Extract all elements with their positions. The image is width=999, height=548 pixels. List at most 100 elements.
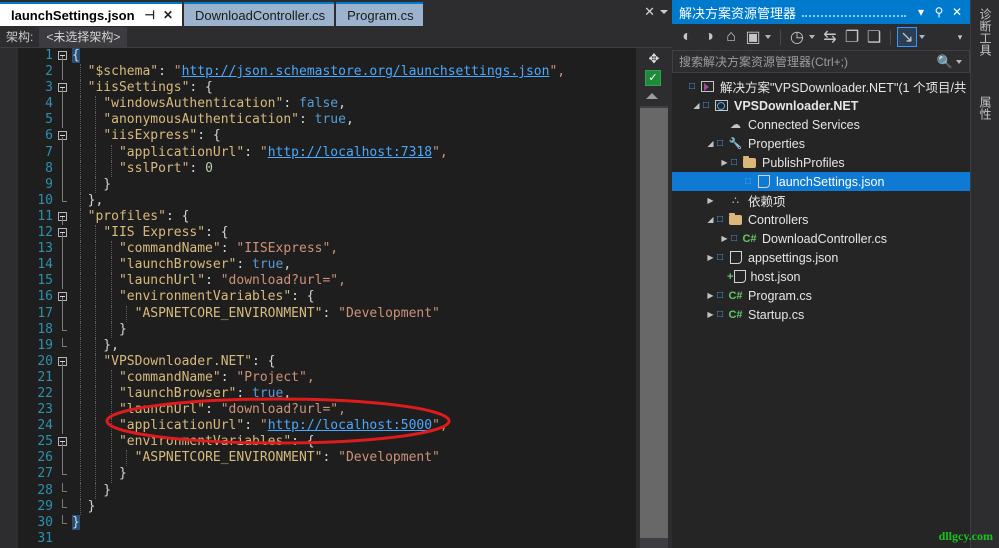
tree-item-properties[interactable]: ◢ □ 🔧 Properties <box>672 134 970 153</box>
fold-margin[interactable] <box>56 418 72 435</box>
chevron-right-icon[interactable]: ▶ <box>704 291 717 300</box>
search-icon[interactable]: 🔍 <box>937 54 953 70</box>
code-line[interactable]: 7 "applicationUrl": "http://localhost:73… <box>18 144 636 161</box>
tree-item-dependencies[interactable]: ▶ ∴ 依赖项 <box>672 191 970 210</box>
fold-margin[interactable] <box>56 498 72 515</box>
code-line[interactable]: 4 "windowsAuthentication": false, <box>18 96 636 113</box>
tab-program-cs[interactable]: Program.cs <box>336 2 423 26</box>
fold-margin[interactable] <box>56 209 72 226</box>
fold-margin[interactable] <box>56 402 72 419</box>
code-line[interactable]: 3 "iisSettings": { <box>18 80 636 97</box>
chevron-down-icon[interactable] <box>956 59 962 64</box>
code-line[interactable]: 17 "ASPNETCORE_ENVIRONMENT": "Developmen… <box>18 305 636 322</box>
scroll-up-arrow[interactable] <box>646 93 658 99</box>
code-line[interactable]: 11 "profiles": { <box>18 208 636 226</box>
chevron-down-icon[interactable] <box>660 10 668 14</box>
tree-item-startupcs[interactable]: ▶ □ C# Startup.cs <box>672 305 970 324</box>
fold-margin[interactable] <box>56 144 72 161</box>
tree-item-downloadcontroller[interactable]: ▶ □ C# DownloadController.cs <box>672 229 970 248</box>
forward-icon[interactable]: ◑ <box>699 27 719 47</box>
code-line[interactable]: 25 "environmentVariables": { <box>18 434 636 451</box>
close-icon[interactable]: ✕ <box>163 9 173 21</box>
fold-margin[interactable] <box>56 225 72 242</box>
code-line[interactable]: 15 "launchUrl": "download?url=", <box>18 273 636 290</box>
fold-margin[interactable] <box>56 80 72 97</box>
fold-margin[interactable] <box>56 192 72 209</box>
close-icon[interactable]: ✕ <box>948 6 966 18</box>
fold-margin[interactable] <box>56 112 72 129</box>
fold-margin[interactable] <box>56 531 72 547</box>
chevron-right-icon[interactable]: ▶ <box>718 158 731 167</box>
search-input[interactable] <box>679 54 937 69</box>
tree-item-publish-profiles[interactable]: ▶ □ PublishProfiles <box>672 153 970 172</box>
code-line[interactable]: 8 "sslPort": 0 <box>18 160 636 177</box>
fold-margin[interactable] <box>56 257 72 274</box>
code-line[interactable]: 27 } <box>18 466 636 483</box>
solution-explorer-search[interactable]: 🔍 <box>672 50 970 73</box>
chevron-down-icon[interactable]: ◢ <box>704 215 717 224</box>
fold-margin[interactable] <box>56 273 72 290</box>
new-folder-icon[interactable]: ▣ <box>743 27 763 47</box>
chevron-down-icon[interactable]: ◢ <box>704 139 717 148</box>
split-view-button[interactable]: ✥ <box>640 48 668 68</box>
show-all-files-icon[interactable]: ❑ <box>864 27 884 47</box>
code-line[interactable]: 9 } <box>18 176 636 193</box>
code-line[interactable]: 28 } <box>18 482 636 499</box>
code-line[interactable]: 30} <box>18 514 636 531</box>
navbar-scope-dropdown[interactable]: <未选择架构> <box>39 26 128 47</box>
code-line[interactable]: 24 "applicationUrl": "http://localhost:5… <box>18 418 636 435</box>
back-icon[interactable]: ◐ <box>677 27 697 47</box>
fold-margin[interactable] <box>56 241 72 258</box>
chevron-right-icon[interactable]: ▶ <box>704 310 717 319</box>
pending-changes-icon[interactable]: ◷ <box>787 27 807 47</box>
fold-margin[interactable] <box>56 128 72 145</box>
chevron-down-icon[interactable]: ◢ <box>690 101 703 110</box>
collapse-all-icon[interactable]: ❐ <box>842 27 862 47</box>
code-line[interactable]: 19 }, <box>18 337 636 354</box>
code-line[interactable]: 22 "launchBrowser": true, <box>18 385 636 403</box>
code-line[interactable]: 29 } <box>18 498 636 515</box>
tree-item-connected-services[interactable]: ☁ Connected Services <box>672 115 970 134</box>
fold-margin[interactable] <box>56 466 72 482</box>
code-line[interactable]: 1{ <box>18 48 636 65</box>
tree-item-project[interactable]: ◢ □ VPSDownloader.NET <box>672 96 970 115</box>
pin-icon[interactable]: ⚲ <box>930 6 948 18</box>
vertical-tab-properties[interactable]: 属性 <box>971 92 999 148</box>
code-line[interactable]: 10 }, <box>18 192 636 209</box>
code-line[interactable]: 2 "$schema": "http://json.schemastore.or… <box>18 64 636 81</box>
code-line[interactable]: 16 "environmentVariables": { <box>18 289 636 306</box>
code-line[interactable]: 5 "anonymousAuthentication": true, <box>18 112 636 129</box>
code-line[interactable]: 31 <box>18 531 636 547</box>
code-line[interactable]: 13 "commandName": "IISExpress", <box>18 241 636 258</box>
fold-margin[interactable] <box>56 337 72 354</box>
tree-item-launchsettings[interactable]: □ launchSettings.json <box>672 172 970 191</box>
tab-downloadcontroller-cs[interactable]: DownloadController.cs <box>184 2 335 26</box>
vertical-scrollbar-thumb[interactable] <box>640 108 668 538</box>
fold-margin[interactable] <box>56 385 72 403</box>
code-token[interactable]: http://localhost:7318 <box>268 145 432 160</box>
chevron-down-icon[interactable] <box>765 35 771 39</box>
toolbar-overflow-icon[interactable]: ▾ <box>950 27 970 47</box>
chevron-right-icon[interactable]: ▶ <box>704 196 717 205</box>
fold-margin[interactable] <box>56 482 72 499</box>
code-line[interactable]: 18 } <box>18 321 636 338</box>
fold-margin[interactable] <box>56 96 72 113</box>
vertical-tab-diagnostic-tools[interactable]: 诊断工具 <box>971 4 999 84</box>
tree-item-hostjson[interactable]: + host.json <box>672 267 970 286</box>
fold-margin[interactable] <box>56 369 72 386</box>
chevron-down-icon[interactable]: ▾ <box>912 6 930 18</box>
fold-margin[interactable] <box>56 176 72 193</box>
fold-margin[interactable] <box>56 321 72 338</box>
chevron-down-icon[interactable] <box>809 35 815 39</box>
fold-margin[interactable] <box>56 354 72 370</box>
chevron-right-icon[interactable]: ▶ <box>718 234 731 243</box>
fold-margin[interactable] <box>56 289 72 306</box>
fold-margin[interactable] <box>56 434 72 451</box>
code-health-indicator[interactable]: ✓ <box>645 70 661 86</box>
code-line[interactable]: 6 "iisExpress": { <box>18 128 636 145</box>
home-icon[interactable]: ⌂ <box>721 27 741 47</box>
tab-launchsettings-json[interactable]: launchSettings.json ⊣ ✕ <box>0 2 183 26</box>
code-editor-surface[interactable]: 1{2 "$schema": "http://json.schemastore.… <box>0 48 636 548</box>
code-line[interactable]: 21 "commandName": "Project", <box>18 369 636 386</box>
fold-margin[interactable] <box>56 48 72 65</box>
